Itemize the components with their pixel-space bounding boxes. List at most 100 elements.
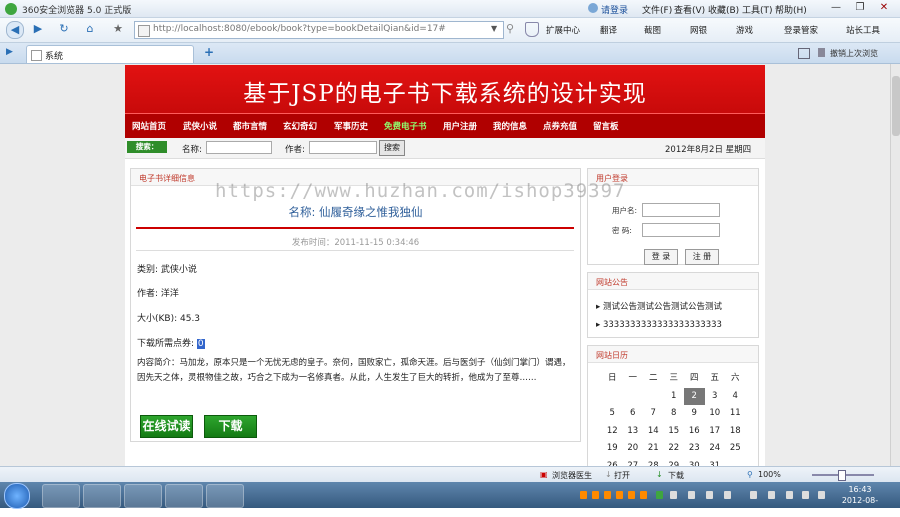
scrollbar-thumb[interactable]	[892, 76, 900, 136]
calendar-day[interactable]: 17	[705, 423, 726, 441]
tray-volume-icon[interactable]	[818, 491, 825, 499]
tray-qq-icon[interactable]	[604, 491, 611, 499]
read-online-button[interactable]: 在线试读	[140, 415, 193, 438]
calendar-day[interactable]: 21	[643, 440, 664, 458]
calendar-day[interactable]: 30	[684, 458, 705, 467]
tray-app-icon[interactable]	[724, 491, 731, 499]
download-button[interactable]: 下载	[204, 415, 257, 438]
tray-app-icon[interactable]	[750, 491, 757, 499]
notice-item[interactable]: ▸ 3333333333333333333333	[596, 320, 722, 330]
url-input[interactable]: http://localhost:8080/ebook/book?type=bo…	[134, 21, 504, 39]
restore-session-link[interactable]: 撤销上次浏览	[830, 48, 878, 59]
nav-free-ebooks[interactable]: 免费电子书	[384, 120, 427, 132]
calendar-day[interactable]: 19	[602, 440, 623, 458]
browser-doctor[interactable]: 浏览器医生	[552, 470, 592, 481]
trash-icon[interactable]	[818, 48, 825, 57]
maximize-button[interactable]: ❐	[848, 1, 872, 15]
nav-wuxia[interactable]: 武侠小说	[183, 120, 217, 132]
menu-view[interactable]: 查看(V)	[674, 3, 705, 16]
calendar-day[interactable]: 16	[684, 423, 705, 441]
tray-qq-icon[interactable]	[580, 491, 587, 499]
tray-network-icon[interactable]	[786, 491, 793, 499]
author-search-input[interactable]	[309, 141, 377, 154]
calendar-day[interactable]: 12	[602, 423, 623, 441]
open-link[interactable]: 打开	[614, 470, 630, 481]
calendar-day[interactable]: 13	[623, 423, 644, 441]
calendar-day[interactable]: 9	[684, 405, 705, 423]
forward-icon[interactable]: ▶	[30, 21, 46, 37]
password-input[interactable]	[642, 223, 720, 237]
menu-tools[interactable]: 工具(T)	[742, 3, 773, 16]
calendar-day[interactable]: 20	[623, 440, 644, 458]
login-button[interactable]: 登 录	[644, 249, 678, 265]
calendar-day[interactable]: 14	[643, 423, 664, 441]
calendar-day[interactable]: 8	[664, 405, 685, 423]
toolbar-bank[interactable]: 网银	[690, 24, 707, 36]
calendar-day[interactable]: 22	[664, 440, 685, 458]
calendar-day[interactable]: 27	[623, 458, 644, 467]
zoom-level[interactable]: 100%	[758, 470, 781, 479]
menu-file[interactable]: 文件(F)	[642, 3, 672, 16]
tray-360-icon[interactable]	[656, 491, 663, 499]
system-clock[interactable]: 16:43 2012-08-02	[838, 484, 882, 517]
taskbar-360-browser-icon[interactable]	[42, 484, 80, 508]
nav-register[interactable]: 用户注册	[443, 120, 477, 132]
calendar-day[interactable]: 4	[725, 388, 746, 406]
calendar-day[interactable]: 1	[664, 388, 685, 406]
calendar-day[interactable]: 29	[664, 458, 685, 467]
calendar-day[interactable]: 28	[643, 458, 664, 467]
calendar-day[interactable]: 7	[643, 405, 664, 423]
calendar-day[interactable]: 15	[664, 423, 685, 441]
calendar-day[interactable]: 26	[602, 458, 623, 467]
taskbar-ie-icon[interactable]	[83, 484, 121, 508]
calendar-day[interactable]: 24	[705, 440, 726, 458]
nav-fantasy[interactable]: 玄幻奇幻	[283, 120, 317, 132]
back-icon[interactable]: ◀	[6, 21, 24, 39]
taskbar-eclipse-icon[interactable]	[165, 484, 203, 508]
tab-system[interactable]: 系统	[26, 45, 194, 63]
close-button[interactable]: ✕	[872, 1, 896, 15]
tray-flag-icon[interactable]	[802, 491, 809, 499]
calendar-day[interactable]: 10	[705, 405, 726, 423]
tray-qq-icon[interactable]	[616, 491, 623, 499]
menu-help[interactable]: 帮助(H)	[775, 3, 807, 16]
new-tab-icon[interactable]: +	[200, 45, 218, 60]
calendar-day[interactable]: 18	[725, 423, 746, 441]
calendar-day[interactable]: 3	[705, 388, 726, 406]
tray-app-icon[interactable]	[670, 491, 677, 499]
taskbar-folder-icon[interactable]	[206, 484, 244, 508]
tray-app-icon[interactable]	[706, 491, 713, 499]
register-button[interactable]: 注 册	[685, 249, 719, 265]
toolbar-screenshot[interactable]: 截图	[644, 24, 661, 36]
login-link[interactable]: 请登录	[601, 3, 628, 16]
nav-recharge[interactable]: 点券充值	[543, 120, 577, 132]
tray-app-icon[interactable]	[688, 491, 695, 499]
calendar-day[interactable]: 23	[684, 440, 705, 458]
star-icon[interactable]: ★	[110, 21, 126, 37]
doctor-icon[interactable]: ▣	[540, 470, 548, 479]
toolbar-extensions[interactable]: 扩展中心	[546, 24, 580, 36]
nav-my-info[interactable]: 我的信息	[493, 120, 527, 132]
toolbar-translate[interactable]: 翻译	[600, 24, 617, 36]
start-button[interactable]	[4, 483, 30, 509]
calendar-day[interactable]: 25	[725, 440, 746, 458]
toolbar-webmaster[interactable]: 站长工具	[846, 24, 880, 36]
shield-icon[interactable]	[525, 22, 539, 37]
tray-qq-icon[interactable]	[640, 491, 647, 499]
calendar-day[interactable]: 6	[623, 405, 644, 423]
taskbar-app-icon[interactable]	[124, 484, 162, 508]
toolbar-games[interactable]: 游戏	[736, 24, 753, 36]
name-search-input[interactable]	[206, 141, 272, 154]
sidebar-toggle-icon[interactable]: ▶	[6, 47, 13, 57]
window-list-icon[interactable]	[798, 48, 810, 59]
calendar-day[interactable]: 5	[602, 405, 623, 423]
calendar-day[interactable]: 11	[725, 405, 746, 423]
download-link[interactable]: 下载	[668, 470, 684, 481]
refresh-icon[interactable]: ↻	[56, 21, 72, 37]
calendar-day[interactable]: 31	[705, 458, 726, 467]
tray-app-icon[interactable]	[768, 491, 775, 499]
home-icon[interactable]: ⌂	[82, 21, 98, 37]
menu-favorites[interactable]: 收藏(B)	[708, 3, 739, 16]
search-icon[interactable]: ⚲	[506, 23, 518, 35]
notice-item[interactable]: ▸ 测试公告测试公告测试公告测试	[596, 300, 722, 312]
